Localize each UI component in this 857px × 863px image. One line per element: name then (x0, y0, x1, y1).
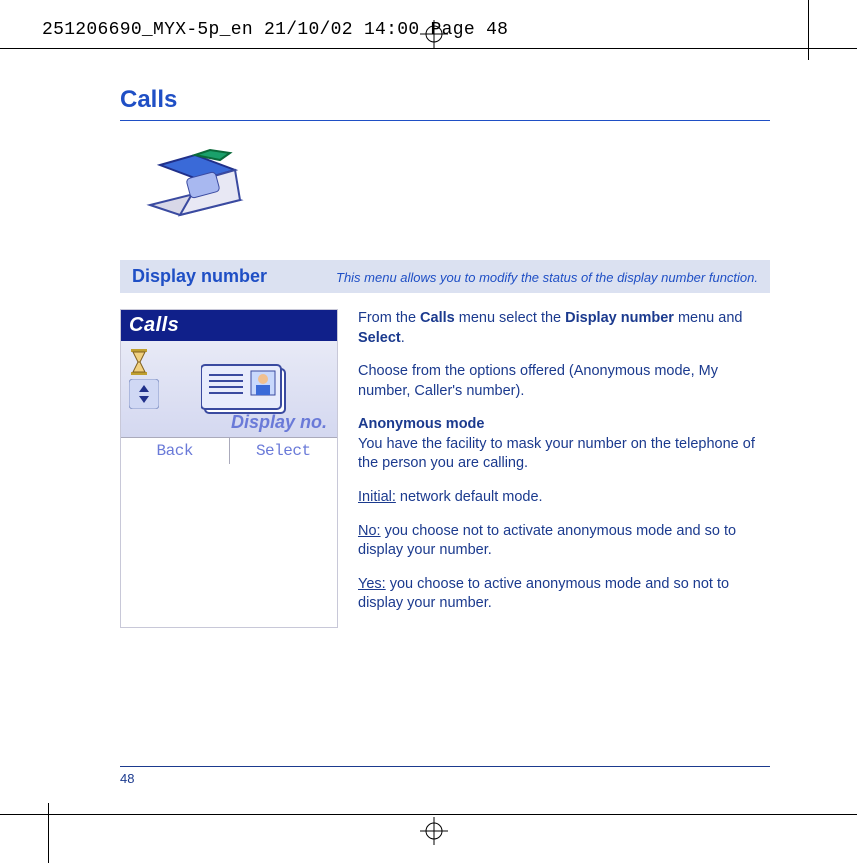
page-number: 48 (120, 766, 770, 786)
crop-mark-right (808, 0, 809, 60)
phone-menu-item: Display no. (231, 412, 327, 433)
paragraph-initial: Initial: network default mode. (358, 488, 770, 508)
text-run: menu and (674, 310, 743, 326)
text-underline: No: (358, 523, 381, 539)
softkey-select[interactable]: Select (230, 438, 338, 464)
text-run: You have the facility to mask your numbe… (358, 436, 755, 472)
page-title: Calls (120, 86, 770, 121)
text-bold: Anonymous mode (358, 416, 484, 432)
text-bold: Calls (420, 310, 455, 326)
text-run: From the (358, 310, 420, 326)
heading-anonymous: Anonymous mode You have the facility to m… (358, 415, 770, 474)
section-subtitle: This menu allows you to modify the statu… (336, 270, 758, 285)
paragraph-1: From the Calls menu select the Display n… (358, 309, 770, 348)
print-slug: 251206690_MYX-5p_en 21/10/02 14:00 Page … (42, 20, 508, 40)
registration-mark-bottom (420, 817, 448, 845)
text-run: . (401, 330, 405, 346)
body-copy: From the Calls menu select the Display n… (358, 309, 770, 628)
phone-body: Display no. (121, 341, 337, 437)
paragraph-no: No: you choose not to activate anonymous… (358, 522, 770, 561)
paragraph-yes: Yes: you choose to active anonymous mode… (358, 575, 770, 614)
crop-mark-left (48, 803, 49, 863)
text-run: you choose to active anonymous mode and … (358, 576, 729, 612)
phone-header: Calls (121, 310, 337, 341)
text-underline: Yes: (358, 576, 386, 592)
section-header-bar: Display number This menu allows you to m… (120, 260, 770, 293)
calls-folder-icon (140, 145, 770, 230)
section-title: Display number (132, 266, 267, 287)
text-bold: Select (358, 330, 401, 346)
page-content: Calls Display number This menu allows yo… (120, 86, 770, 628)
text-run: menu select the (455, 310, 565, 326)
paragraph-2: Choose from the options offered (Anonymo… (358, 362, 770, 401)
text-run: you choose not to activate anonymous mod… (358, 523, 736, 559)
crop-mark-top (0, 48, 857, 49)
text-bold: Display number (565, 310, 674, 326)
text-underline: Initial: (358, 489, 396, 505)
softkey-back[interactable]: Back (121, 438, 230, 464)
phone-softkey-bar: Back Select (121, 437, 337, 464)
hourglass-icon (127, 347, 151, 382)
crop-mark-bottom (0, 814, 857, 815)
scroll-arrows-icon (129, 379, 159, 414)
text-run: network default mode. (396, 489, 543, 505)
phone-mockup: Calls (120, 309, 338, 628)
